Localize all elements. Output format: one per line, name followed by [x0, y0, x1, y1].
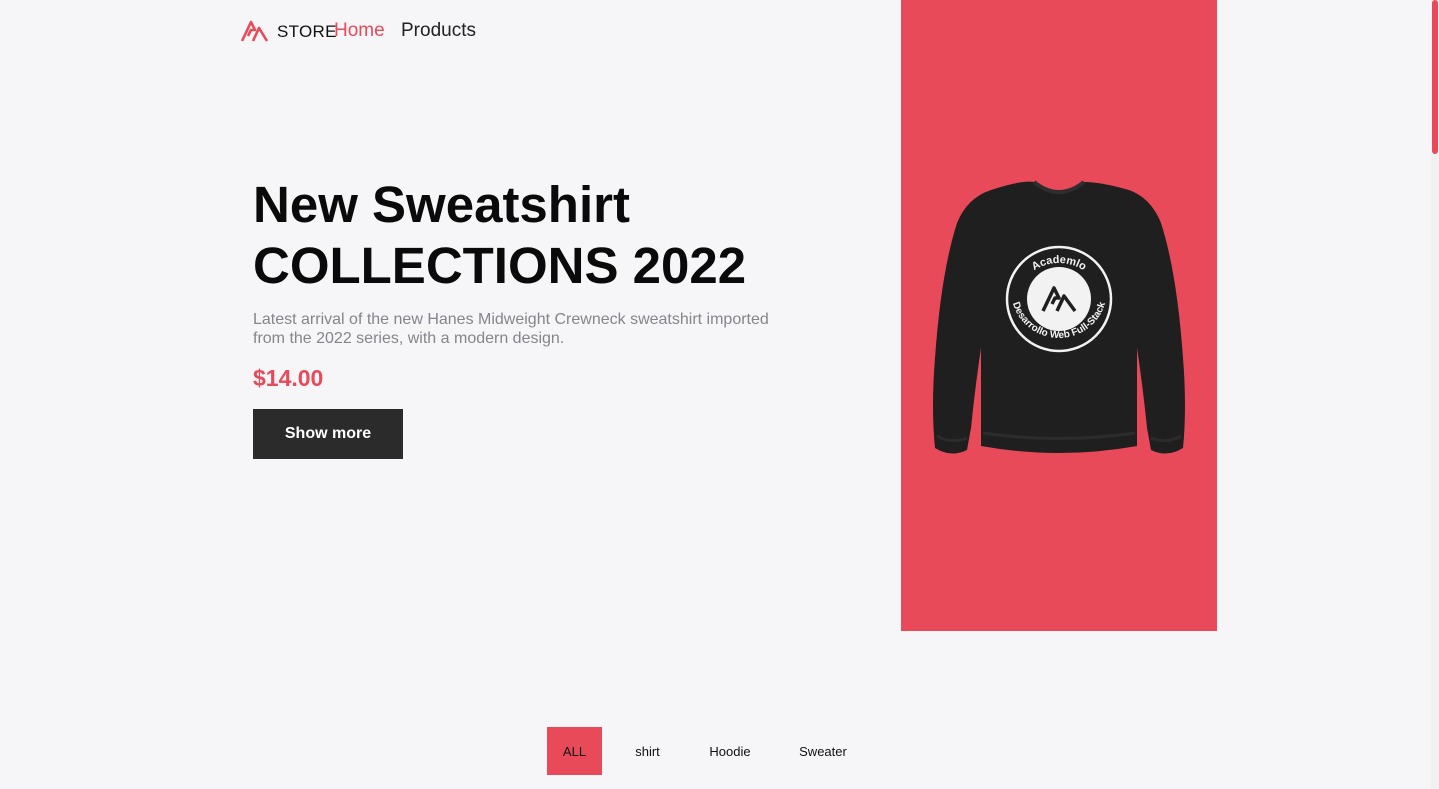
hero-image-panel: Academlo Desarrollo Web Full-Stack: [901, 0, 1217, 631]
page: STORE Home Products 0 New Sweatshirt COL…: [0, 0, 1439, 789]
hero-title-line-1: New Sweatshirt: [253, 176, 630, 233]
logo-icon[interactable]: [241, 20, 269, 42]
filter-all-button[interactable]: ALL: [547, 727, 602, 775]
sweatshirt-image: Academlo Desarrollo Web Full-Stack: [933, 180, 1185, 454]
nav-link-products[interactable]: Products: [401, 20, 476, 42]
nav-link-home[interactable]: Home: [334, 20, 385, 42]
hero-title-line-2: COLLECTIONS 2022: [253, 237, 747, 294]
show-more-button[interactable]: Show more: [253, 409, 403, 459]
filter-sweater-button[interactable]: Sweater: [788, 727, 858, 775]
scrollbar-thumb[interactable]: [1432, 0, 1438, 154]
brand-name: STORE: [277, 22, 337, 41]
filter-hoodie-button[interactable]: Hoodie: [696, 727, 764, 775]
filter-shirt-button[interactable]: shirt: [620, 727, 675, 775]
hero-description: Latest arrival of the new Hanes Midweigh…: [253, 311, 769, 347]
hero-price: $14.00: [253, 365, 324, 391]
hero-title: New Sweatshirt COLLECTIONS 2022: [253, 174, 853, 296]
